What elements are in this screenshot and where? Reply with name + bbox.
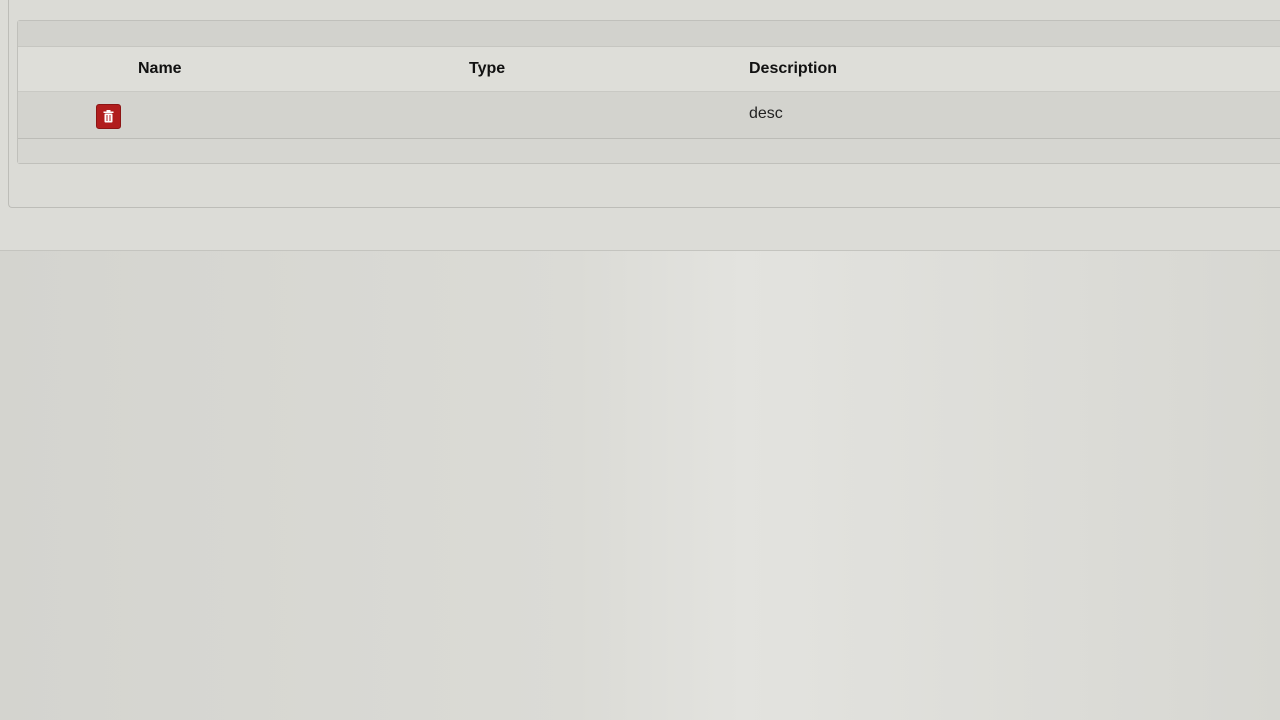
table-header-row: Name Type Description: [18, 47, 1280, 92]
column-header-description[interactable]: Description: [749, 60, 837, 78]
table-row: desc: [18, 92, 1280, 139]
page: Name Type Description desc: [0, 0, 1280, 720]
table-card-footer: [18, 139, 1280, 163]
column-header-type[interactable]: Type: [469, 60, 505, 78]
table-card: Name Type Description desc: [17, 20, 1280, 164]
cell-description: desc: [749, 105, 783, 122]
table-card-header: [18, 21, 1280, 47]
column-header-name[interactable]: Name: [138, 60, 182, 78]
delete-row-button[interactable]: [96, 104, 121, 129]
content-area: Name Type Description desc: [0, 0, 1280, 251]
trash-icon: [103, 110, 114, 123]
